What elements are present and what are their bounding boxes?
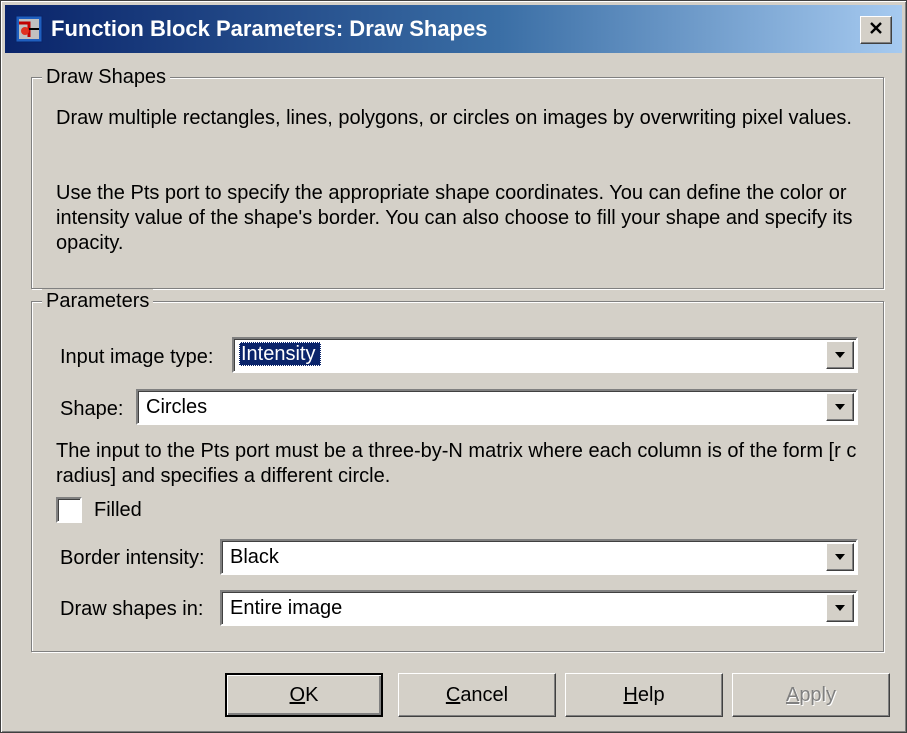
parameters-group: Parameters Input image type: Intensity S… (31, 289, 884, 652)
ok-mnemonic: O (289, 684, 306, 706)
apply-mnemonic: A (785, 684, 800, 706)
chevron-down-icon[interactable] (826, 594, 854, 622)
input-image-type-select[interactable]: Intensity (232, 337, 858, 373)
help-mnemonic: H (623, 684, 638, 706)
border-intensity-select[interactable]: Black (220, 539, 858, 575)
close-icon (869, 21, 883, 40)
border-intensity-label: Border intensity: (60, 547, 205, 569)
input-image-type-label: Input image type: (60, 346, 214, 368)
title-bar[interactable]: Function Block Parameters: Draw Shapes (5, 5, 902, 53)
filled-checkbox[interactable] (56, 497, 82, 523)
simulink-block-icon (15, 15, 43, 43)
ok-label: K (305, 684, 319, 706)
apply-label: pply (799, 684, 837, 706)
draw-shapes-in-select[interactable]: Entire image (220, 590, 858, 626)
chevron-down-icon[interactable] (826, 543, 854, 571)
chevron-down-icon[interactable] (826, 341, 854, 369)
help-label: elp (637, 684, 665, 706)
chevron-down-icon[interactable] (826, 393, 854, 421)
description-group: Draw Shapes Draw multiple rectangles, li… (31, 65, 884, 289)
input-image-type-value: Intensity (239, 342, 322, 366)
apply-button[interactable]: Apply (732, 673, 890, 717)
shape-value: Circles (146, 396, 208, 418)
parameters-group-legend: Parameters (42, 289, 154, 313)
description-group-legend: Draw Shapes (42, 65, 171, 89)
cancel-mnemonic: C (445, 684, 461, 706)
draw-shapes-in-value: Entire image (230, 597, 343, 619)
filled-label[interactable]: Filled (94, 498, 142, 522)
shape-label: Shape: (60, 398, 124, 420)
help-button[interactable]: Help (565, 673, 723, 717)
draw-shapes-in-label: Draw shapes in: (60, 598, 204, 620)
close-button[interactable] (860, 16, 892, 44)
ok-button[interactable]: OK (225, 673, 383, 717)
dialog-window: Function Block Parameters: Draw Shapes D… (0, 0, 907, 733)
cancel-label: ancel (460, 684, 509, 706)
description-text-1: Draw multiple rectangles, lines, polygon… (56, 107, 852, 129)
cancel-button[interactable]: Cancel (398, 673, 556, 717)
shape-select[interactable]: Circles (136, 389, 858, 425)
description-text-2: Use the Pts port to specify the appropri… (56, 182, 853, 254)
border-intensity-value: Black (230, 546, 279, 568)
window-title: Function Block Parameters: Draw Shapes (51, 16, 488, 41)
pts-note: The input to the Pts port must be a thre… (56, 440, 857, 487)
